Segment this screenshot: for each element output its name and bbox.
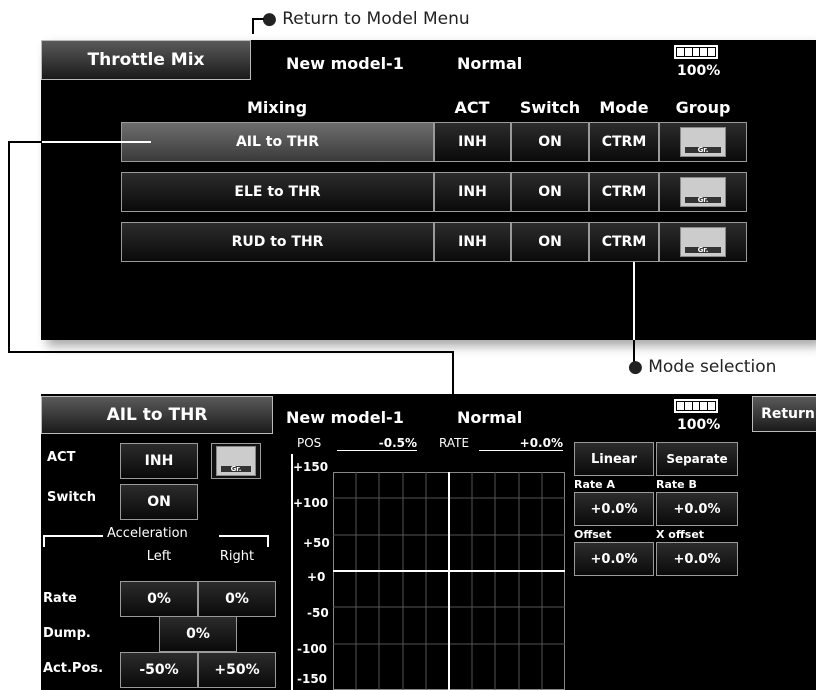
y-tick-label: -100 [297,642,328,656]
switch-button[interactable]: ON [511,172,589,212]
callout-line [8,141,42,143]
callout-line [633,262,635,340]
group-icon: Gr. [680,127,726,157]
callout-line [8,351,454,353]
group-button[interactable]: Gr. [659,122,747,162]
accel-divider [267,535,269,547]
group-button[interactable]: Gr. [659,222,747,262]
model-name: New model-1 [286,54,404,73]
flight-condition: Normal [457,408,523,427]
rate-right-button[interactable]: 0% [198,581,276,617]
left-header: Left [146,549,172,564]
throttle-mix-title-button[interactable]: Throttle Mix [41,40,251,80]
y-tick-label: +100 [293,496,329,510]
rate-b-button[interactable]: +0.0% [656,492,738,526]
callout-line [252,18,264,20]
y-tick-label: -150 [297,672,328,686]
rate-a-label: Rate A [574,478,615,491]
dump-button[interactable]: 0% [159,616,237,652]
battery-level: 100% [677,63,721,79]
offset-label: Offset [574,528,612,541]
callout-line [41,141,151,143]
battery-icon [674,399,718,413]
rate-label: Rate [43,591,77,606]
return-to-menu-callout: ● Return to Model Menu [262,9,470,29]
mode-button[interactable]: CTRM [589,222,659,262]
act-header: ACT [454,98,490,117]
y-tick-label: -50 [307,606,329,620]
ail-to-thr-screen: AIL to THR New model-1 Normal 100% Retur… [41,394,816,690]
y-tick-label: +150 [293,460,329,474]
switch-label: Switch [47,490,97,505]
accel-divider [43,535,103,537]
model-name: New model-1 [286,408,404,427]
act-pos-right-button[interactable]: +50% [198,652,276,688]
act-button[interactable]: INH [434,222,511,262]
rate-readout-value: +0.0% [479,436,563,451]
switch-button[interactable]: ON [120,484,198,520]
mode-button[interactable]: CTRM [589,172,659,212]
callout-line [8,141,10,353]
battery-level: 100% [677,417,721,433]
act-label: ACT [47,450,76,465]
rate-a-button[interactable]: +0.0% [574,492,654,526]
curve-type-button[interactable]: Linear [574,442,654,476]
pos-value: -0.5% [337,436,417,451]
y-tick-label: +50 [303,536,330,550]
switch-button[interactable]: ON [511,222,589,262]
curve-graph [333,472,565,690]
acceleration-label: Acceleration [107,526,188,541]
y-tick-label: +0 [307,570,326,584]
pos-label: POS [297,436,322,450]
battery-icon [674,45,718,59]
x-offset-button[interactable]: +0.0% [656,542,738,576]
y-ticks: +150 +100 +50 +0 -50 -100 -150 [293,454,333,690]
x-offset-label: X offset [656,528,705,541]
mix-name-button[interactable]: RUD to THR [121,222,434,262]
flight-condition: Normal [457,54,523,73]
rate-b-label: Rate B [656,478,697,491]
mixing-header: Mixing [246,98,308,117]
accel-divider [219,535,269,537]
accel-divider [43,535,45,547]
mix-name-button[interactable]: ELE to THR [121,172,434,212]
group-button[interactable]: Gr. [211,443,261,479]
throttle-mix-screen: Throttle Mix New model-1 Normal 100% Mix… [41,40,816,340]
act-button[interactable]: INH [120,443,198,479]
rate-readout-label: RATE [439,436,470,450]
right-header: Right [219,549,255,564]
callout-line [452,351,454,394]
group-icon: Gr. [680,177,726,207]
act-button[interactable]: INH [434,172,511,212]
switch-button[interactable]: ON [511,122,589,162]
act-pos-label: Act.Pos. [43,661,104,676]
mix-name-button[interactable]: AIL to THR [121,122,434,162]
switch-header: Switch [519,98,581,117]
mode-header: Mode [599,98,649,117]
return-button[interactable]: Return [752,396,816,432]
mode-button[interactable]: CTRM [589,122,659,162]
group-header: Group [675,98,731,117]
act-pos-left-button[interactable]: -50% [120,652,198,688]
mode-selection-callout: ● Mode selection [628,357,777,377]
offset-button[interactable]: +0.0% [574,542,654,576]
rate-left-button[interactable]: 0% [120,581,198,617]
group-icon: Gr. [680,227,726,257]
act-button[interactable]: INH [434,122,511,162]
group-icon: Gr. [216,446,256,476]
callout-line [252,18,254,34]
dump-label: Dump. [43,626,91,641]
group-button[interactable]: Gr. [659,172,747,212]
separate-button[interactable]: Separate [656,442,738,476]
ail-to-thr-title-button[interactable]: AIL to THR [41,396,273,434]
